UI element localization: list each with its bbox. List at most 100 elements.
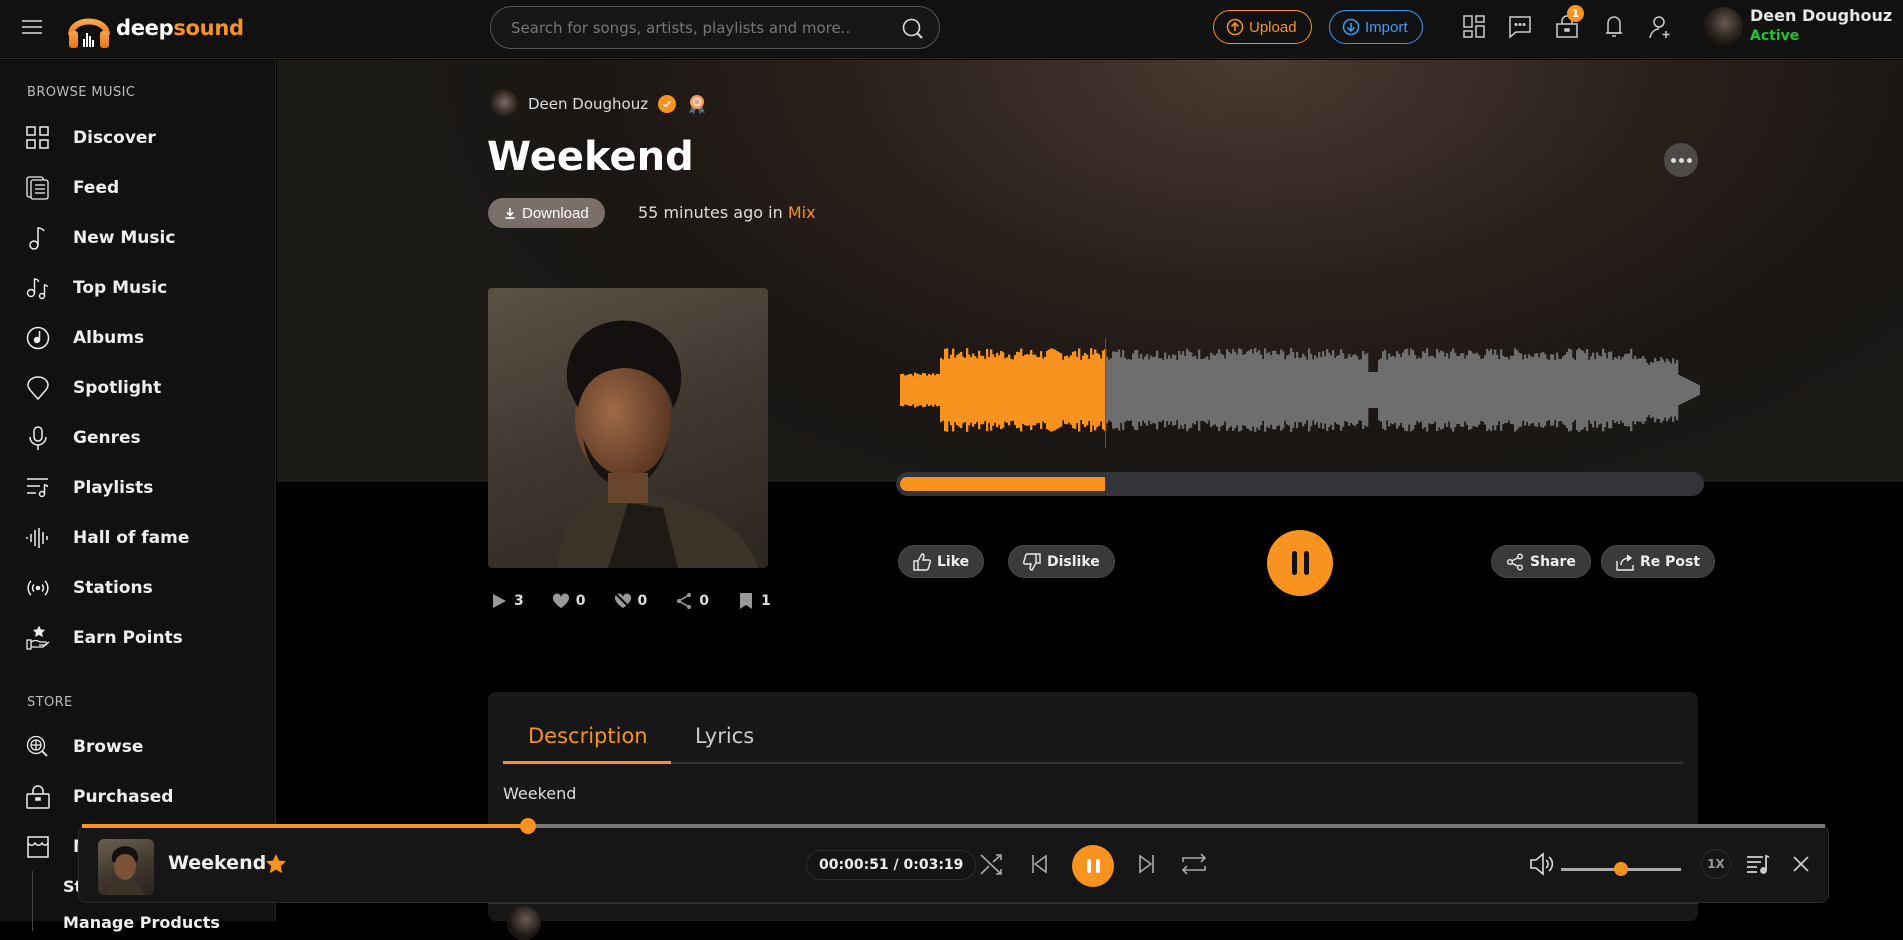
sidebar-item-label: Stations	[73, 578, 153, 598]
shuffle-icon	[980, 854, 1002, 875]
thumbs-down-icon	[1023, 552, 1041, 571]
waveform-bar	[1454, 352, 1457, 428]
waveform-bar	[1074, 351, 1077, 429]
messages-icon[interactable]	[1507, 14, 1533, 40]
waveform-bar	[1230, 354, 1233, 426]
volume-button[interactable]	[1528, 850, 1556, 878]
waveform-bar	[958, 353, 961, 427]
sidebar-item-genres[interactable]: Genres	[0, 418, 276, 458]
volume-slider[interactable]	[1561, 862, 1681, 876]
likes-stat: 0	[552, 592, 586, 610]
download-button[interactable]: Download	[488, 198, 605, 228]
sidebar-subitem-manage-products[interactable]: Manage Products	[63, 913, 220, 932]
waveform-bar	[974, 356, 977, 424]
repeat-button[interactable]	[1180, 850, 1208, 878]
waveform-bar	[1510, 355, 1513, 425]
waveform-bar	[1308, 348, 1311, 432]
sidebar-item-playlists[interactable]: Playlists	[0, 468, 276, 508]
repost-button[interactable]: Re Post	[1601, 545, 1716, 578]
player-pause-button[interactable]	[1072, 845, 1114, 887]
waveform-bar	[1518, 352, 1521, 428]
waveform-bar	[1368, 372, 1371, 408]
waveform-bar	[1678, 375, 1681, 405]
bell-icon[interactable]	[1601, 14, 1627, 40]
broken-heart-icon	[614, 593, 631, 609]
waveform-bar	[910, 373, 913, 407]
dislike-button[interactable]: Dislike	[1008, 545, 1115, 578]
waveform-bar	[1070, 355, 1073, 425]
artist-avatar[interactable]	[488, 89, 518, 119]
sidebar-item-stations[interactable]: Stations	[0, 568, 276, 608]
volume-slider-knob[interactable]	[1614, 862, 1628, 876]
sidebar-item-label: Playlists	[73, 478, 154, 498]
search-icon[interactable]	[901, 17, 925, 41]
tab-description[interactable]: Description	[528, 724, 648, 748]
waveform-bar	[1670, 363, 1673, 417]
sidebar-item-label: Discover	[73, 128, 156, 148]
waveform-bar	[1512, 355, 1515, 425]
waveform-bar	[1098, 354, 1101, 426]
waveform-bar	[1222, 354, 1225, 426]
waveform-bar	[1524, 354, 1527, 426]
artist-name[interactable]: Deen Doughouz	[528, 95, 648, 113]
upload-button[interactable]: Upload	[1213, 10, 1312, 44]
sidebar-item-feed[interactable]: Feed	[0, 168, 276, 208]
waveform-bar	[1632, 358, 1635, 422]
next-button[interactable]	[1132, 850, 1160, 878]
logo[interactable]: deepsound	[66, 5, 244, 51]
sidebar-item-top-music[interactable]: Top Music	[0, 268, 276, 308]
waveform-bar	[1592, 352, 1595, 428]
sidebar-item-earn-points[interactable]: Earn Points	[0, 618, 276, 658]
tab-lyrics[interactable]: Lyrics	[695, 724, 754, 748]
user-name[interactable]: Deen Doughouz	[1750, 6, 1892, 25]
waveform-bar	[1244, 354, 1247, 426]
waveform-bar	[1256, 352, 1259, 428]
user-avatar[interactable]	[1703, 7, 1743, 47]
more-options-button[interactable]	[1664, 143, 1698, 177]
waveform-bar	[1020, 348, 1023, 432]
dislikes-stat: 0	[614, 592, 647, 610]
waveform-bar	[1046, 350, 1049, 430]
player-track-title[interactable]: Weekend	[168, 852, 266, 874]
like-button[interactable]: Like	[898, 545, 985, 578]
queue-icon	[1747, 854, 1770, 874]
sidebar-item-purchased[interactable]: Purchased	[0, 777, 276, 817]
sidebar-item-new-music[interactable]: New Music	[0, 218, 276, 258]
close-player-button[interactable]	[1787, 850, 1815, 878]
waveform-bar	[1612, 359, 1615, 421]
playback-speed-button[interactable]: 1X	[1701, 849, 1731, 879]
grid-icon[interactable]	[1462, 14, 1488, 40]
sidebar-item-hall-of-fame[interactable]: Hall of fame	[0, 518, 276, 558]
waveform-bar	[1534, 353, 1537, 427]
plays-stat: 3	[490, 592, 524, 610]
sidebar-item-spotlight[interactable]: Spotlight	[0, 368, 276, 408]
waveform-bar	[1466, 355, 1469, 425]
verified-badge-icon	[658, 95, 677, 113]
previous-button[interactable]	[1026, 850, 1054, 878]
track-progress-bar[interactable]	[896, 472, 1704, 496]
waveform-bar	[1286, 355, 1289, 425]
waveform-bar	[1278, 354, 1281, 426]
import-button[interactable]: Import	[1329, 10, 1423, 44]
sidebar-item-discover[interactable]: Discover	[0, 118, 276, 158]
pause-button[interactable]	[1267, 530, 1333, 596]
share-label: Share	[1530, 553, 1576, 570]
category-link[interactable]: Mix	[788, 203, 816, 222]
waveform[interactable]	[900, 335, 1700, 445]
shuffle-button[interactable]	[978, 850, 1006, 878]
player-seek-bar[interactable]	[82, 818, 1825, 834]
menu-icon[interactable]	[22, 18, 44, 36]
waveform-bar	[1514, 348, 1517, 432]
waveform-bar	[932, 373, 935, 407]
sidebar-item-albums[interactable]: Albums	[0, 318, 276, 358]
sidebar-item-label: Earn Points	[73, 628, 183, 648]
waveform-bar	[1306, 359, 1309, 421]
search-input[interactable]	[511, 18, 871, 37]
sidebar-item-browse[interactable]: Browse	[0, 727, 276, 767]
waveform-bar	[1456, 356, 1459, 425]
add-user-icon[interactable]	[1647, 14, 1673, 40]
share-button[interactable]: Share	[1491, 545, 1591, 578]
waveform-bar	[1102, 350, 1105, 430]
favorite-star-icon[interactable]	[265, 853, 287, 875]
queue-button[interactable]	[1744, 850, 1772, 878]
